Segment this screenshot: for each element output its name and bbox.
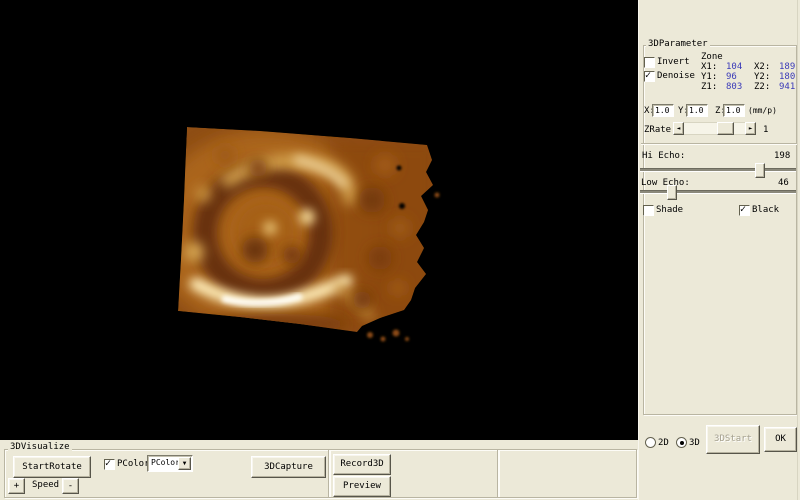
speed-minus-button[interactable]: - [62,478,79,494]
speed-plus-button[interactable]: + [8,478,25,494]
parameter-groupbox [643,45,797,415]
zone-y1-label: Y1: [701,73,717,82]
spare-groupbox [497,449,637,498]
low-echo-value: 46 [778,179,789,188]
zone-x2-label: X2: [754,63,770,72]
record-3d-button[interactable]: Record3D [333,454,391,475]
zrate-right-arrow-icon[interactable]: ► [745,122,756,135]
zone-z2-label: Z2: [754,83,770,92]
pcolor-dropdown-value: PColor [151,459,180,467]
zone-x2-value: 189 [779,63,795,72]
y-scale-input[interactable] [686,104,708,117]
zone-z1-value: 803 [726,83,742,92]
hi-echo-slider-thumb[interactable] [755,163,765,178]
parameter-group-title: 3DParameter [646,40,710,49]
ultrasound-render [0,0,638,440]
start-rotate-button[interactable]: StartRotate [13,456,91,478]
render-viewport[interactable] [0,0,638,440]
shade-checkbox[interactable] [643,205,654,216]
black-checkbox[interactable] [739,205,750,216]
zone-z1-label: Z1: [701,83,717,92]
zrate-scrollbar[interactable]: ◄ ► [673,122,756,135]
mode-2d-label: 2D [658,439,669,448]
low-echo-slider-thumb[interactable] [667,185,677,200]
panel-separator [641,143,798,144]
denoise-label: Denoise [657,72,695,81]
zone-y1-value: 96 [726,73,737,82]
visualize-group-title: 3DVisualize [8,443,72,452]
low-echo-slider[interactable] [640,190,796,194]
app-window: { "window": { "bg": "#ece9d8", "viewport… [0,0,800,500]
pcolor-dropdown-arrow-icon[interactable]: ▼ [178,457,191,470]
zone-x1-label: X1: [701,63,717,72]
zrate-label: ZRate [644,126,671,135]
zone-y2-value: 180 [779,73,795,82]
invert-label: Invert [657,58,690,67]
mode-3d-label: 3D [689,439,700,448]
start-3d-button[interactable]: 3DStart [706,425,760,454]
invert-checkbox[interactable] [644,57,655,68]
zrate-scroll-thumb[interactable] [717,122,734,135]
low-echo-label: Low Echo: [641,179,690,188]
x-scale-input[interactable] [652,104,674,117]
ok-button[interactable]: OK [764,427,797,452]
preview-button[interactable]: Preview [333,476,391,497]
hi-echo-value: 198 [774,152,790,161]
hi-echo-label: Hi Echo: [642,152,685,161]
pcolor-label: PColor [117,460,150,469]
zrate-value: 1 [763,126,768,135]
z-scale-input[interactable] [723,104,745,117]
zone-z2-value: 941 [779,83,795,92]
mode-2d-radio[interactable] [645,437,656,448]
visualize-bar: 3DVisualize StartRotate + Speed - PColor… [0,440,638,500]
denoise-checkbox[interactable] [644,71,655,82]
shade-label: Shade [656,206,683,215]
capture-3d-button[interactable]: 3DCapture [251,456,326,478]
pcolor-checkbox[interactable] [104,459,115,470]
mode-3d-radio[interactable] [676,437,687,448]
zone-y2-label: Y2: [754,73,770,82]
zrate-left-arrow-icon[interactable]: ◄ [673,122,684,135]
zone-x1-value: 104 [726,63,742,72]
black-label: Black [752,206,779,215]
zone-label: Zone [701,53,723,62]
scale-unit-label: (mm/p) [748,107,777,115]
pcolor-dropdown[interactable]: PColor ▼ [147,455,193,472]
parameter-panel: 3DParameter Invert Denoise Zone X1: 104 … [638,0,800,500]
hi-echo-slider[interactable] [640,168,796,172]
speed-label: Speed [32,481,59,490]
